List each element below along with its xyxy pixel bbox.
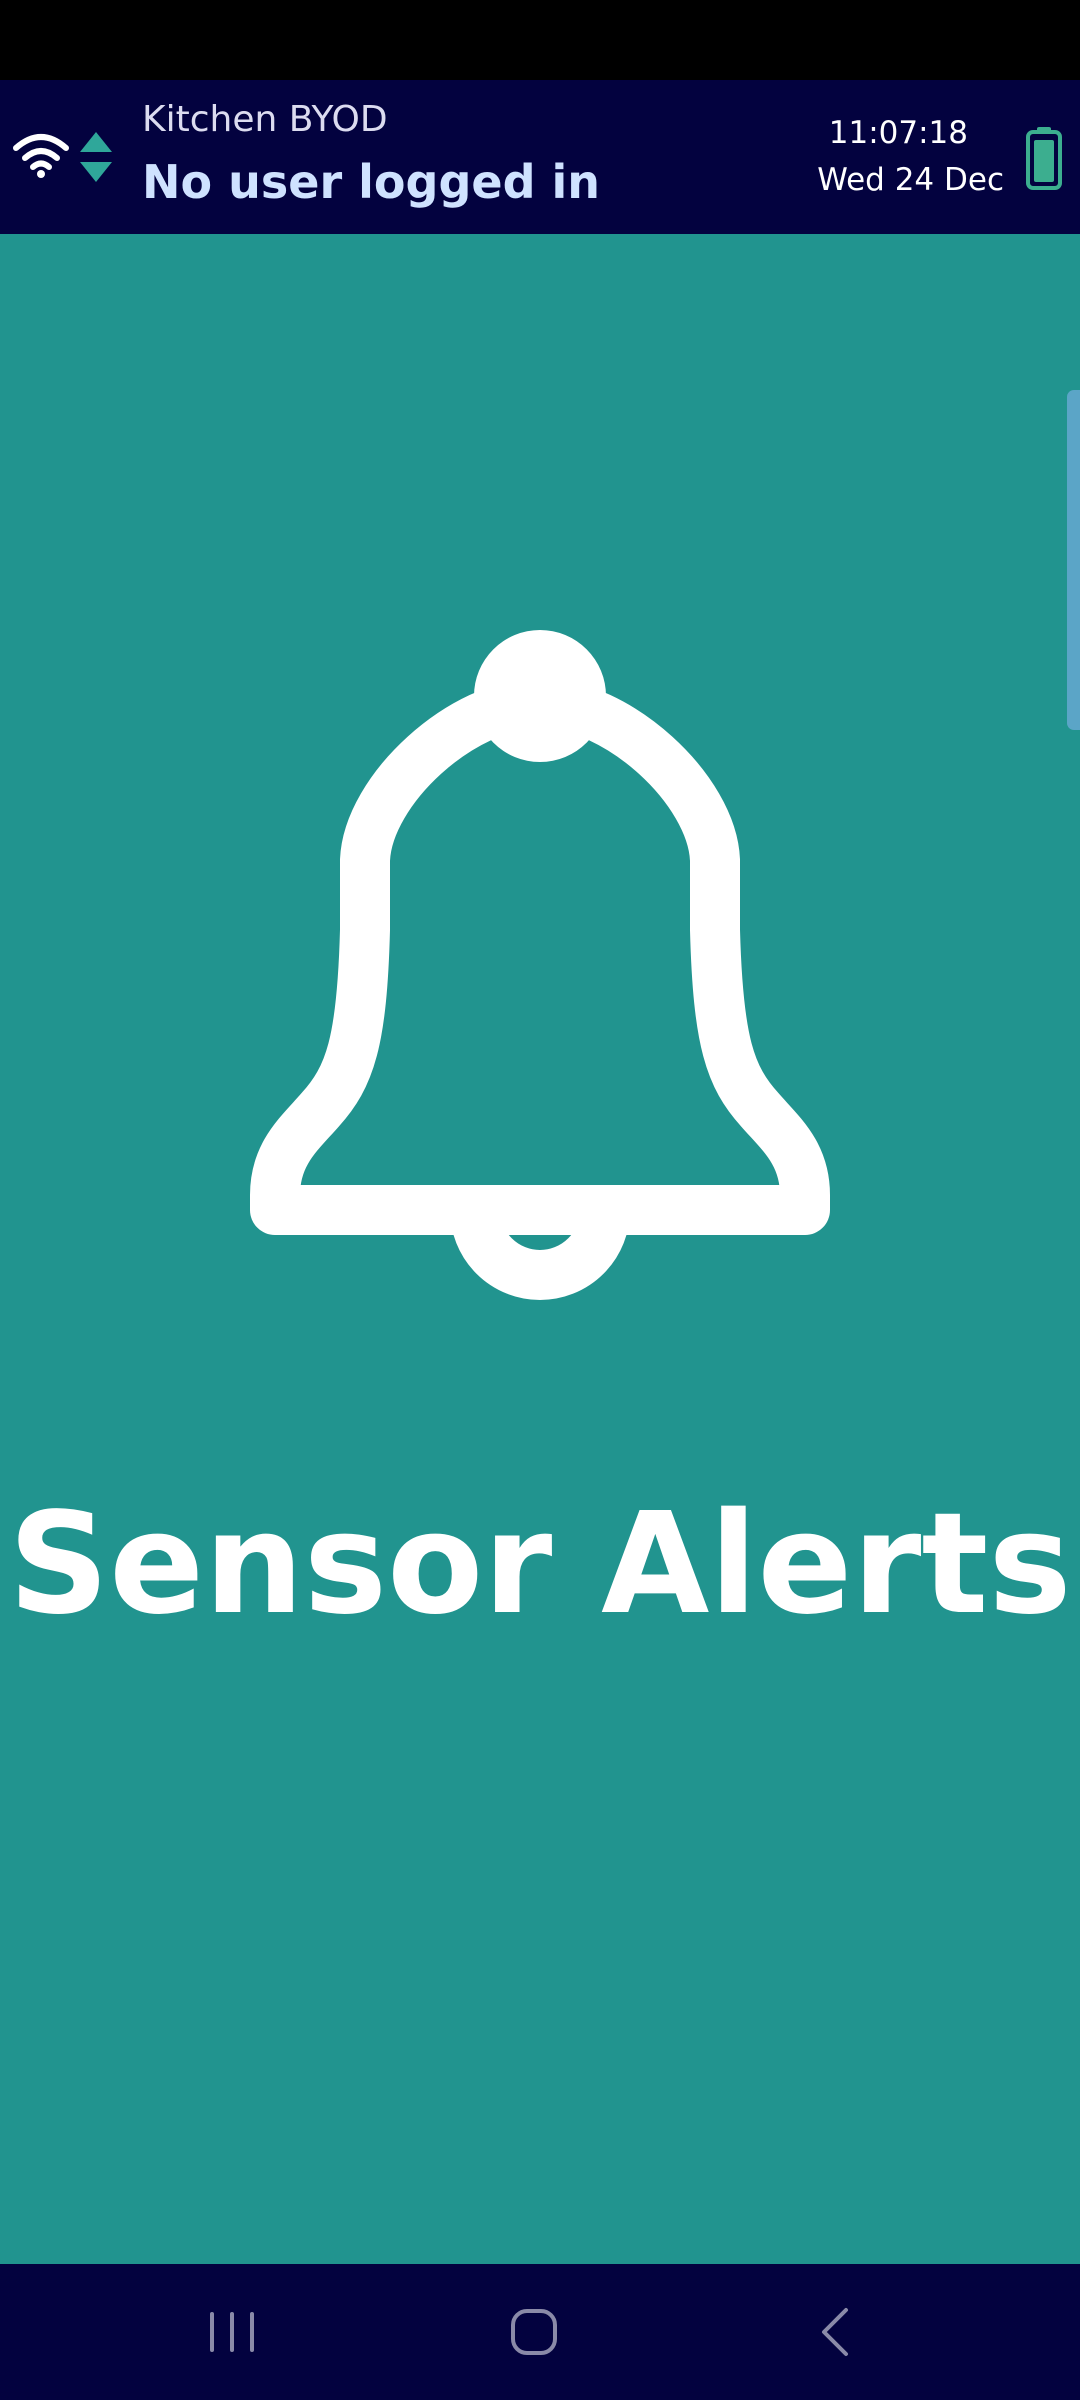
home-icon[interactable] [494,2292,574,2372]
sync-icon [78,130,114,184]
clock-time: 11:07:18 [828,115,968,151]
scroll-indicator[interactable] [1067,390,1080,730]
bell-icon [250,630,830,1320]
tile-title: Sensor Alerts [8,1483,1072,1646]
back-icon[interactable] [796,2292,876,2372]
battery-icon [1026,126,1062,190]
recents-icon[interactable] [192,2292,272,2372]
location-name: Kitchen BYOD [142,99,388,140]
app-header: Kitchen BYOD No user logged in 11:07:18 … [0,80,1080,234]
navigation-bar [0,2264,1080,2400]
system-status-bar [0,0,1080,80]
wifi-icon [12,132,70,178]
clock-date: Wed 24 Dec [817,162,1004,198]
user-status: No user logged in [142,155,601,209]
